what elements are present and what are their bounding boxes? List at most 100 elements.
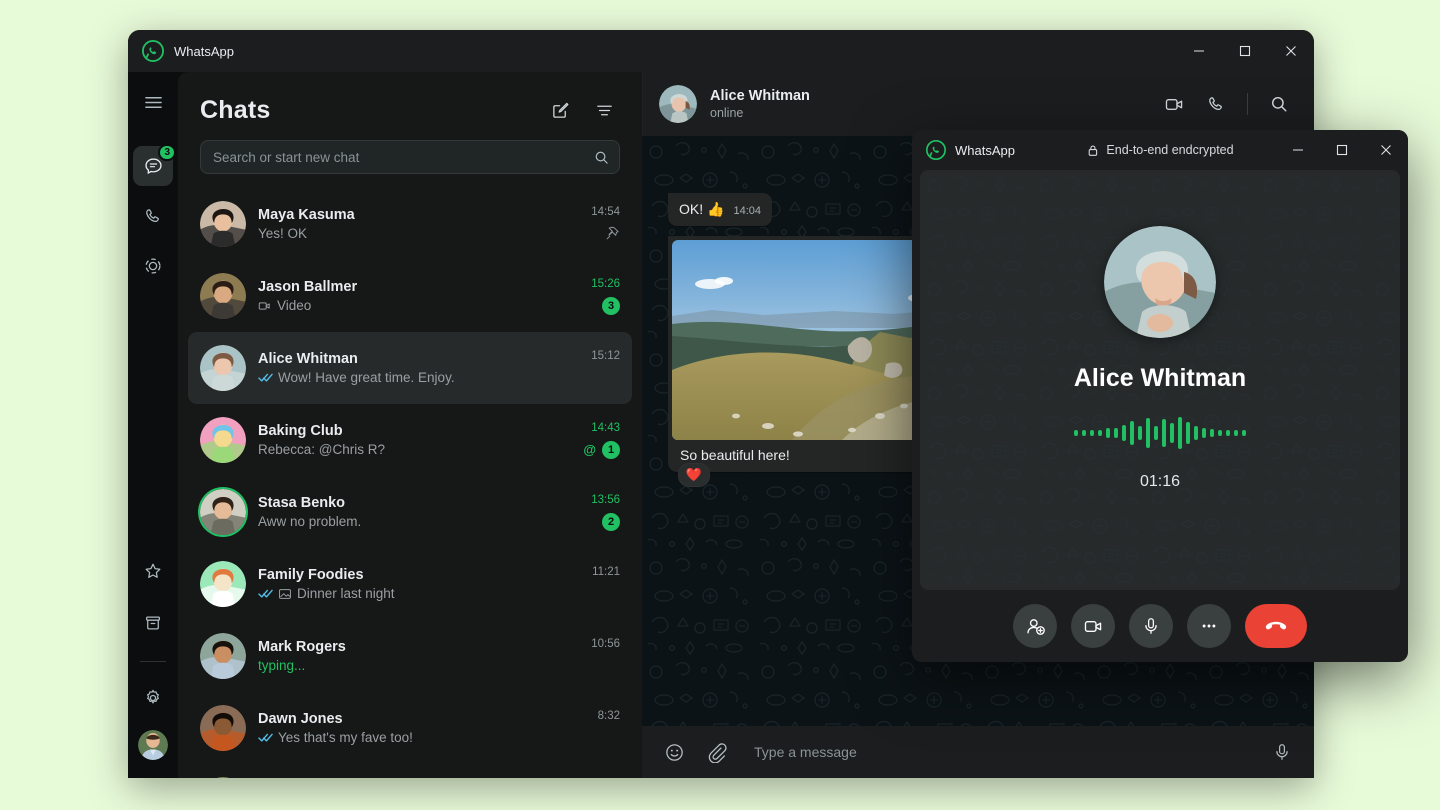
sidebar-item-calls[interactable] (133, 196, 173, 236)
add-participant-button[interactable] (1013, 604, 1057, 648)
chat-list-item[interactable]: Ziggy Woodley8:12 (188, 764, 632, 778)
minimize-button[interactable] (1176, 30, 1222, 72)
photo-caption-text: So beautiful here! (680, 447, 790, 463)
call-window-titlebar: WhatsApp End-to-end endcrypted (912, 130, 1408, 170)
call-audio-waveform (1074, 415, 1246, 451)
sidebar-item-starred[interactable] (133, 551, 173, 591)
conversation-status: online (710, 106, 810, 120)
chat-item-preview-text: Rebecca: @Chris R? (258, 442, 385, 457)
conversation-identity: Alice Whitman online (710, 88, 810, 120)
chat-item-badges: 3 (602, 297, 620, 315)
chat-item-meta: 15:12 (591, 350, 620, 387)
search-in-chat-button[interactable] (1260, 85, 1298, 123)
call-maximize-button[interactable] (1320, 130, 1364, 170)
encryption-notice: End-to-end endcrypted (1086, 143, 1233, 157)
more-options-button[interactable] (1187, 604, 1231, 648)
emoji-button[interactable] (660, 738, 688, 766)
chat-item-preview-text: Yes that's my fave too! (278, 730, 413, 745)
chat-item-name: Alice Whitman (258, 351, 579, 367)
chat-list-item[interactable]: Baking ClubRebecca: @Chris R? 14:43 @1 (188, 404, 632, 476)
message-input[interactable] (744, 744, 1254, 760)
unread-count-badge: 3 (602, 297, 620, 315)
attach-button[interactable] (702, 738, 730, 766)
chat-item-timestamp: 14:43 (591, 422, 620, 434)
chat-list[interactable]: Maya KasumaYes! OK14:54Jason BallmerVide… (178, 184, 642, 778)
window-title: WhatsApp (174, 44, 234, 59)
conversation-avatar[interactable] (659, 85, 697, 123)
sidebar-item-status[interactable] (133, 246, 173, 286)
chat-item-badges: @1 (583, 441, 620, 459)
waveform-bar (1194, 426, 1198, 440)
chat-item-meta: 11:21 (592, 566, 620, 603)
end-call-icon (1263, 613, 1289, 639)
voice-message-button[interactable] (1268, 738, 1296, 766)
chat-item-content: Alice WhitmanWow! Have great time. Enjoy… (258, 351, 579, 385)
chat-list-item[interactable]: Dawn JonesYes that's my fave too!8:32 (188, 692, 632, 764)
end-call-button[interactable] (1245, 604, 1307, 648)
waveform-bar (1154, 426, 1158, 440)
toggle-video-button[interactable] (1071, 604, 1115, 648)
chat-item-preview-text: Dinner last night (297, 586, 395, 601)
chat-item-content: Baking ClubRebecca: @Chris R? (258, 423, 571, 457)
window-controls (1176, 30, 1314, 72)
chat-item-name: Family Foodies (258, 567, 580, 583)
close-button[interactable] (1268, 30, 1314, 72)
message-reaction[interactable]: ❤️ (678, 463, 710, 487)
chat-avatar (200, 633, 246, 679)
call-contact-name: Alice Whitman (1074, 364, 1246, 393)
chat-list-item[interactable]: Jason BallmerVideo15:263 (188, 260, 632, 332)
chat-item-content: Family Foodies Dinner last night (258, 567, 580, 601)
sidebar-item-settings[interactable] (133, 678, 173, 718)
chat-list-item[interactable]: Family Foodies Dinner last night 11:21 (188, 548, 632, 620)
search-input[interactable] (201, 150, 619, 165)
maximize-button[interactable] (1222, 30, 1268, 72)
message-composer (642, 726, 1314, 778)
call-close-button[interactable] (1364, 130, 1408, 170)
chat-list-item[interactable]: Alice WhitmanWow! Have great time. Enjoy… (188, 332, 632, 404)
chat-item-content: Maya KasumaYes! OK (258, 207, 579, 241)
search-box[interactable] (200, 140, 620, 174)
chat-avatar (200, 345, 246, 391)
chat-list-item[interactable]: Stasa BenkoAww no problem.13:562 (188, 476, 632, 548)
sidebar-item-archived[interactable] (133, 603, 173, 643)
chat-item-meta: 14:43 @1 (583, 422, 620, 459)
chat-item-timestamp: 13:56 (591, 494, 620, 506)
nav-top-group: 3 (133, 82, 173, 288)
new-chat-button[interactable] (544, 94, 576, 126)
chat-item-badges: 2 (602, 513, 620, 531)
toggle-mic-button[interactable] (1129, 604, 1173, 648)
screen: WhatsApp (0, 0, 1440, 810)
chat-item-preview: Yes that's my fave too! (258, 730, 586, 745)
waveform-bar (1178, 417, 1182, 449)
waveform-bar (1234, 430, 1238, 436)
waveform-bar (1242, 430, 1246, 436)
chat-list-item[interactable]: Maya KasumaYes! OK14:54 (188, 188, 632, 260)
waveform-bar (1186, 422, 1190, 444)
nav-bottom-group (133, 551, 173, 778)
sidebar-item-chats[interactable]: 3 (133, 146, 173, 186)
waveform-bar (1170, 423, 1174, 443)
chat-item-timestamp: 8:32 (598, 710, 620, 722)
chat-item-preview: Yes! OK (258, 226, 579, 241)
call-content: Alice Whitman 01:16 (920, 170, 1400, 590)
pinned-icon (605, 226, 620, 241)
page-title: Chats (200, 96, 270, 125)
waveform-bar (1202, 428, 1206, 438)
hamburger-menu-button[interactable] (133, 82, 173, 122)
photo-attachment-icon (278, 587, 292, 601)
chat-item-preview: Aww no problem. (258, 514, 579, 529)
call-window: WhatsApp End-to-end endcrypted (912, 130, 1408, 662)
chat-item-meta: 8:32 (598, 710, 620, 747)
video-call-button[interactable] (1155, 85, 1193, 123)
call-minimize-button[interactable] (1276, 130, 1320, 170)
chat-list-item[interactable]: Mark Rogerstyping...10:56 (188, 620, 632, 692)
filter-chats-button[interactable] (588, 94, 620, 126)
message-bubble[interactable]: OK! 👍14:04 (668, 193, 772, 226)
chat-avatar (200, 705, 246, 751)
voice-call-button[interactable] (1197, 85, 1235, 123)
chat-item-timestamp: 11:21 (592, 566, 620, 578)
waveform-bar (1122, 425, 1126, 441)
profile-avatar[interactable] (138, 730, 168, 760)
waveform-bar (1074, 430, 1078, 436)
nav-divider (140, 661, 166, 662)
